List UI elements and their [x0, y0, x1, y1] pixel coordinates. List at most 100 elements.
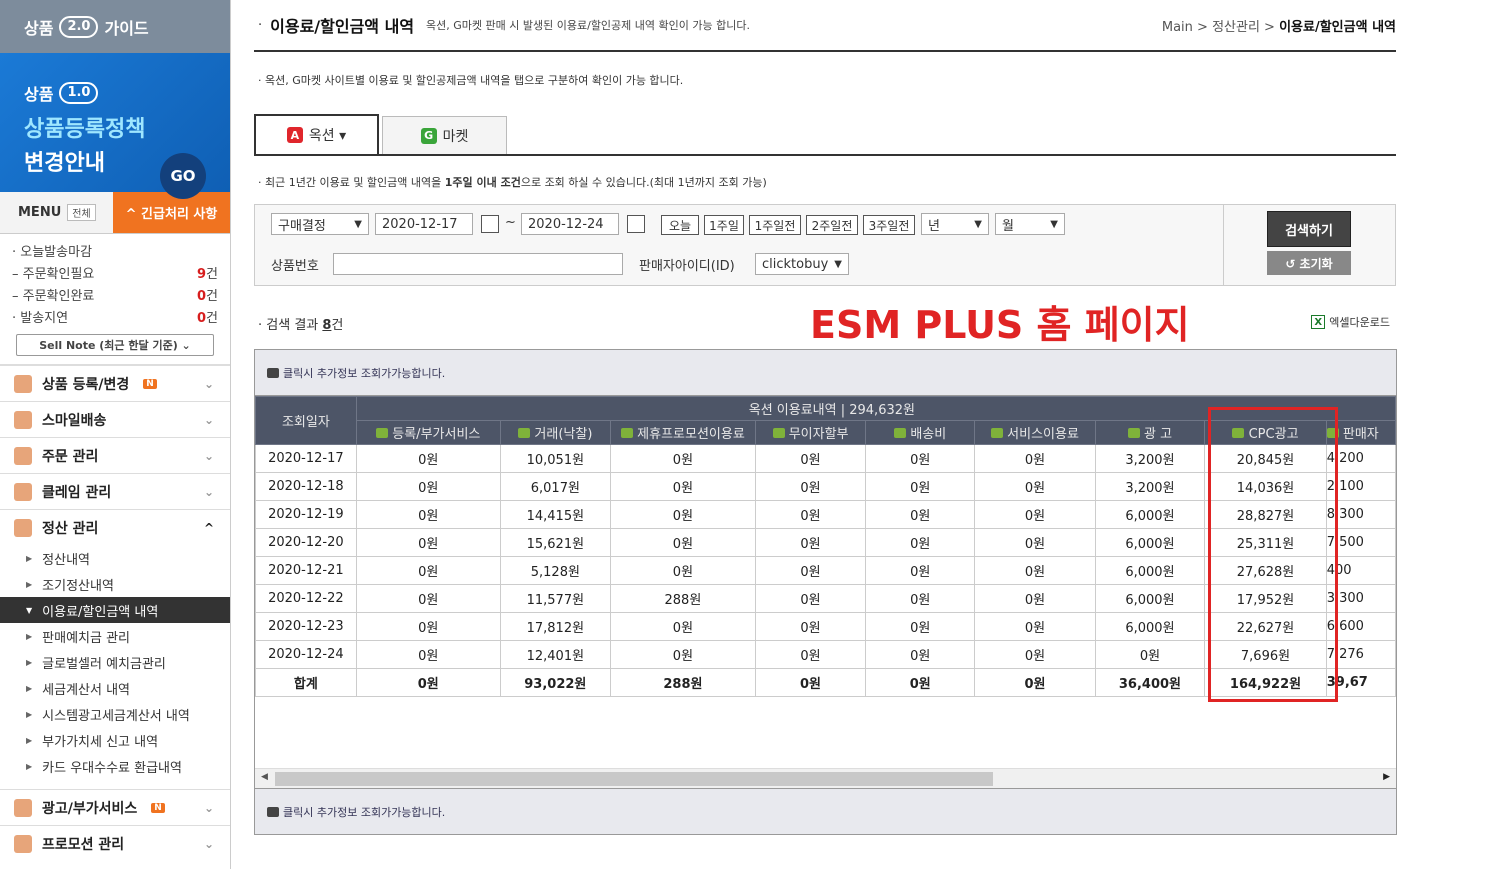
nav-section-label: 광고/부가서비스 [42, 800, 138, 817]
sub-item[interactable]: ▶ 카드 우대수수료 환급내역 [0, 753, 230, 779]
scroll-right-icon[interactable]: ▶ [1383, 772, 1390, 782]
search-panel: 구매결정 ▼ 2020-12-17 ~ 2020-12-24 오늘 1주일 1주일… [254, 204, 1396, 286]
sub-item[interactable]: ▶ 시스템광고세금계산서 내역 [0, 701, 230, 727]
table-cell: 0원 [865, 500, 976, 529]
col-header-label: 무이자할부 [788, 427, 849, 442]
sub-item[interactable]: ▶ 글로벌셀러 예치금관리 [0, 649, 230, 675]
table-cell: 0원 [609, 472, 756, 501]
status-label: · 발송지연 [12, 311, 69, 326]
excel-icon: X [1311, 315, 1326, 329]
status-row[interactable]: · 발송지연 0건 [12, 308, 218, 330]
comment-icon [991, 428, 1004, 438]
sub-item[interactable]: ▶ 판매예치금 관리 [0, 623, 230, 649]
status-row[interactable]: – 주문확인필요 9건 [12, 264, 218, 286]
quick-1week-button[interactable]: 1주일 [704, 215, 744, 235]
col-header[interactable]: 광 고 [1094, 420, 1206, 445]
chevron-down-icon: ▼ [1050, 218, 1058, 230]
urgent-button[interactable]: ^ 긴급처리 사항 [113, 192, 230, 233]
year-select[interactable]: 년 ▼ [921, 213, 989, 235]
nav-section-label: 정산 관리 [42, 520, 99, 537]
period-note: · 최근 1년간 이용료 및 할인금액 내역을 1주일 이내 조건으로 조회 하… [254, 174, 1396, 190]
excel-download-link[interactable]: X 엑셀다운로드 [1311, 314, 1390, 330]
month-select[interactable]: 월 ▼ [995, 213, 1065, 235]
chevron-down-icon: ▼ [974, 218, 982, 230]
nav-section-order[interactable]: 주문 관리 ⌄ [0, 437, 230, 473]
table-cell: 6,000원 [1094, 528, 1206, 557]
chevron-down-icon: ⌄ [203, 484, 214, 499]
table-cell: 288원 [609, 584, 756, 613]
col-header[interactable]: 무이자할부 [754, 420, 867, 445]
table-cell: 2020-12-19 [255, 500, 357, 529]
status-row[interactable]: · 오늘발송마감 [12, 242, 218, 264]
table-cell: 0원 [865, 528, 976, 557]
breadcrumb-path[interactable]: Main > 정산관리 > [1162, 20, 1279, 35]
tab-gmarket[interactable]: G 마켓 [382, 116, 507, 154]
guide-version: 2.0 [59, 15, 99, 38]
date-from-input[interactable]: 2020-12-17 [375, 213, 473, 235]
nav-section-product[interactable]: 상품 등록/변경 N ⌄ [0, 365, 230, 401]
table-cell: 0원 [355, 528, 501, 557]
status-row[interactable]: – 주문확인완료 0건 [12, 286, 218, 308]
search-button[interactable]: 검색하기 [1267, 211, 1351, 247]
quick-1week-ago-button[interactable]: 1주일전 [749, 215, 801, 235]
tab-auction[interactable]: A 옥션 ▾ [254, 114, 379, 154]
col-header[interactable]: 배송비 [865, 420, 976, 445]
sub-item-label: 글로벌셀러 예치금관리 [42, 656, 166, 672]
guide-banner[interactable]: 상품 2.0 가이드 [0, 0, 230, 53]
table-cell: 0원 [754, 444, 867, 473]
calendar-icon[interactable] [481, 215, 499, 233]
result-label: · 검색 결과 [258, 318, 323, 333]
col-header-date[interactable]: 조회일자 [255, 396, 357, 445]
quick-2week-ago-button[interactable]: 2주일전 [806, 215, 858, 235]
info-note: · 옥션, G마켓 사이트별 이용료 및 할인공제금액 내역을 탭으로 구분하여… [258, 74, 684, 87]
sub-item[interactable]: ▶ 부가가치세 신고 내역 [0, 727, 230, 753]
menu-toggle[interactable]: MENU 전체 [0, 192, 113, 233]
date-to-input[interactable]: 2020-12-24 [521, 213, 619, 235]
col-header[interactable]: 제휴프로모션이용료 [609, 420, 756, 445]
nav-section-promotion[interactable]: 프로모션 관리 ⌄ [0, 825, 230, 861]
result-summary: · 검색 결과 8건 ESM PLUS 홈 페이지 X 엑셀다운로드 [254, 303, 1396, 347]
triangle-icon: ▶ [26, 709, 33, 719]
triangle-icon: ▶ [26, 735, 33, 745]
nav-section-ads[interactable]: 광고/부가서비스 N ⌄ [0, 789, 230, 825]
calculator-icon [14, 518, 32, 537]
col-header[interactable]: 등록/부가서비스 [355, 420, 501, 445]
banner-title: 상품등록정책 [24, 117, 146, 142]
nav-section-settlement[interactable]: 정산 관리 ^ [0, 509, 230, 545]
scroll-left-icon[interactable]: ◀ [261, 772, 268, 782]
date-type-select[interactable]: 구매결정 ▼ [271, 213, 369, 235]
menu-all-button[interactable]: 전체 [67, 204, 96, 221]
seller-id-select[interactable]: clicktobuy ▼ [755, 253, 849, 275]
excel-label: 엑셀다운로드 [1329, 316, 1390, 329]
quick-3week-ago-button[interactable]: 3주일전 [863, 215, 915, 235]
col-header[interactable]: 거래(낙찰) [499, 420, 611, 445]
table-cell: 0원 [974, 556, 1096, 585]
quick-today-button[interactable]: 오늘 [661, 215, 699, 235]
col-header[interactable]: 서비스이용료 [974, 420, 1096, 445]
sub-item-label: 세금계산서 내역 [42, 682, 131, 698]
sub-item-active[interactable]: ▼ 이용료/할인금액 내역 [0, 597, 230, 623]
sub-item[interactable]: ▶ 정산내역 [0, 545, 230, 571]
policy-banner[interactable]: 상품 1.0 상품등록정책 변경안내 GO [0, 53, 230, 199]
nav-section-claim[interactable]: 클레임 관리 ⌄ [0, 473, 230, 509]
product-number-input[interactable] [333, 253, 623, 275]
auction-logo-icon: A [286, 127, 303, 143]
col-header-label: 제휴프로모션이용료 [637, 427, 745, 442]
nav-section-smile[interactable]: 스마일배송 ⌄ [0, 401, 230, 437]
scrollbar-thumb[interactable] [275, 772, 993, 786]
banner-go-button[interactable]: GO [160, 153, 206, 199]
table-cell: 2020-12-20 [255, 528, 357, 557]
horizontal-scrollbar[interactable]: ◀ ▶ [255, 768, 1396, 788]
table-cell: 0원 [754, 612, 867, 641]
reset-button[interactable]: ↺ 초기화 [1267, 251, 1351, 275]
col-header-label: 서비스이용료 [1007, 427, 1079, 442]
table-cell: 0원 [1094, 640, 1206, 669]
sub-item[interactable]: ▶ 조기정산내역 [0, 571, 230, 597]
comment-icon [621, 428, 634, 438]
calendar-icon[interactable] [627, 215, 645, 233]
sellnote-dropdown[interactable]: Sell Note (최근 한달 기준) ⌄ [16, 334, 214, 356]
status-label: – 주문확인필요 [12, 267, 95, 282]
sub-item[interactable]: ▶ 세금계산서 내역 [0, 675, 230, 701]
triangle-icon: ▶ [26, 631, 33, 641]
table-cell: 0원 [609, 612, 756, 641]
